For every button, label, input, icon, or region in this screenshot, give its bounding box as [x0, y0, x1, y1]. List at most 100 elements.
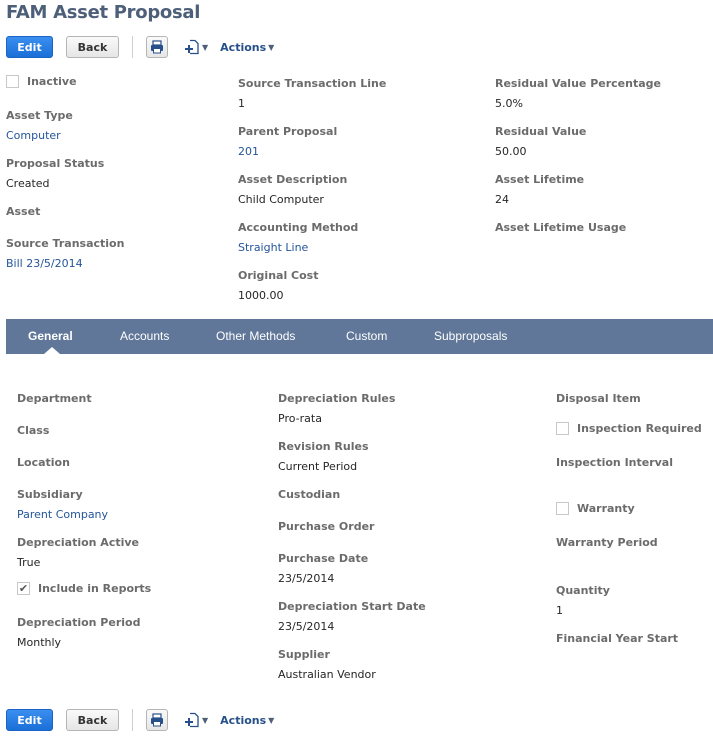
source-transaction-value[interactable]: Bill 23/5/2014	[6, 257, 124, 270]
depreciation-rules-label: Depreciation Rules	[278, 392, 396, 405]
inactive-label: Inactive	[27, 75, 77, 88]
page-title: FAM Asset Proposal	[6, 2, 201, 23]
revision-rules-label: Revision Rules	[278, 440, 369, 453]
inactive-checkbox-row: Inactive	[6, 75, 77, 88]
depreciation-start-date-value: 23/5/2014	[278, 620, 335, 633]
asset-label: Asset	[6, 205, 41, 218]
new-record-menu[interactable]: ▼	[184, 712, 208, 728]
tab-subproposals[interactable]: Subproposals	[434, 329, 507, 343]
asset-field: Asset	[6, 205, 40, 218]
custodian-field: Custodian	[278, 488, 340, 501]
class-field: Class	[17, 424, 49, 437]
residual-value-percentage-field: Residual Value Percentage 5.0%	[495, 77, 661, 110]
include-in-reports-row: ✔ Include in Reports	[17, 582, 151, 595]
parent-proposal-value[interactable]: 201	[238, 145, 337, 158]
edit-button[interactable]: Edit	[6, 709, 53, 731]
subtab-bar: General Accounts Other Methods Custom Su…	[6, 319, 713, 354]
tab-other-methods[interactable]: Other Methods	[216, 329, 295, 343]
asset-type-value[interactable]: Computer	[6, 129, 73, 142]
inspection-required-checkbox[interactable]	[556, 422, 569, 435]
disposal-item-field: Disposal Item	[556, 392, 641, 405]
depreciation-rules-value: Pro-rata	[278, 412, 322, 425]
revision-rules-field: Revision Rules Current Period	[278, 440, 369, 473]
residual-value-percentage-value: 5.0%	[495, 97, 523, 110]
inspection-required-row: Inspection Required	[556, 422, 702, 435]
financial-year-start-field: Financial Year Start	[556, 632, 678, 645]
revision-rules-value: Current Period	[278, 460, 358, 473]
residual-value-field: Residual Value 50.00	[495, 125, 586, 158]
depreciation-active-value: True	[17, 556, 41, 569]
asset-description-label: Asset Description	[238, 173, 348, 186]
department-field: Department	[17, 392, 92, 405]
print-button[interactable]	[146, 709, 168, 731]
proposal-status-value: Created	[6, 177, 50, 190]
warranty-period-label: Warranty Period	[556, 536, 658, 549]
print-button[interactable]	[146, 36, 168, 58]
subsidiary-field: Subsidiary Parent Company	[17, 488, 108, 521]
accounting-method-value[interactable]: Straight Line	[238, 241, 358, 254]
disposal-item-label: Disposal Item	[556, 392, 641, 405]
quantity-label: Quantity	[556, 584, 610, 597]
location-label: Location	[17, 456, 70, 469]
accounting-method-label: Accounting Method	[238, 221, 359, 234]
depreciation-period-label: Depreciation Period	[17, 616, 141, 629]
custodian-label: Custodian	[278, 488, 341, 501]
checkmark-icon: ✔	[18, 582, 29, 595]
residual-value-label: Residual Value	[495, 125, 587, 138]
source-transaction-line-label: Source Transaction Line	[238, 77, 387, 90]
chevron-down-icon: ▼	[202, 715, 209, 725]
quantity-field: Quantity 1	[556, 584, 610, 617]
depreciation-active-label: Depreciation Active	[17, 536, 140, 549]
new-record-icon	[185, 712, 199, 728]
depreciation-period-value: Monthly	[17, 636, 62, 649]
tab-accounts[interactable]: Accounts	[120, 329, 169, 343]
purchase-date-value: 23/5/2014	[278, 572, 335, 585]
purchase-order-field: Purchase Order	[278, 520, 374, 533]
new-record-icon	[185, 39, 199, 55]
actions-menu[interactable]: Actions ▼	[220, 41, 274, 54]
asset-lifetime-field: Asset Lifetime 24	[495, 173, 584, 206]
residual-value-value: 50.00	[495, 145, 527, 158]
asset-lifetime-value: 24	[495, 193, 509, 206]
tab-custom[interactable]: Custom	[346, 329, 387, 343]
warranty-row: Warranty	[556, 502, 635, 515]
top-toolbar: Edit Back ▼ Actions ▼	[6, 35, 274, 59]
source-transaction-line-field: Source Transaction Line 1	[238, 77, 386, 110]
parent-proposal-label: Parent Proposal	[238, 125, 338, 138]
class-label: Class	[17, 424, 50, 437]
depreciation-start-date-field: Depreciation Start Date 23/5/2014	[278, 600, 426, 633]
edit-button[interactable]: Edit	[6, 36, 53, 58]
source-transaction-line-value: 1	[238, 97, 245, 110]
inactive-checkbox[interactable]	[6, 75, 19, 88]
warranty-label: Warranty	[577, 502, 635, 515]
toolbar-divider	[132, 709, 133, 731]
supplier-value: Australian Vendor	[278, 668, 376, 681]
include-in-reports-label: Include in Reports	[38, 582, 152, 595]
source-transaction-field: Source Transaction Bill 23/5/2014	[6, 237, 124, 270]
asset-lifetime-label: Asset Lifetime	[495, 173, 585, 186]
accounting-method-field: Accounting Method Straight Line	[238, 221, 358, 254]
asset-description-value: Child Computer	[238, 193, 324, 206]
proposal-status-field: Proposal Status Created	[6, 157, 104, 190]
include-in-reports-checkbox[interactable]: ✔	[17, 582, 30, 595]
subsidiary-value[interactable]: Parent Company	[17, 508, 108, 521]
warranty-checkbox[interactable]	[556, 502, 569, 515]
back-button[interactable]: Back	[66, 36, 119, 58]
supplier-field: Supplier Australian Vendor	[278, 648, 376, 681]
back-button[interactable]: Back	[66, 709, 119, 731]
location-field: Location	[17, 456, 70, 469]
actions-label: Actions	[220, 713, 267, 727]
asset-lifetime-usage-field: Asset Lifetime Usage	[495, 221, 626, 234]
depreciation-rules-field: Depreciation Rules Pro-rata	[278, 392, 395, 425]
new-record-menu[interactable]: ▼	[184, 39, 208, 55]
tab-general[interactable]: General	[28, 329, 73, 343]
asset-description-field: Asset Description Child Computer	[238, 173, 347, 206]
purchase-date-label: Purchase Date	[278, 552, 369, 565]
purchase-order-label: Purchase Order	[278, 520, 375, 533]
asset-type-field: Asset Type Computer	[6, 109, 73, 142]
warranty-period-field: Warranty Period	[556, 536, 658, 549]
purchase-date-field: Purchase Date 23/5/2014	[278, 552, 368, 585]
proposal-status-label: Proposal Status	[6, 157, 105, 170]
subsidiary-label: Subsidiary	[17, 488, 83, 501]
actions-menu[interactable]: Actions ▼	[220, 714, 274, 727]
